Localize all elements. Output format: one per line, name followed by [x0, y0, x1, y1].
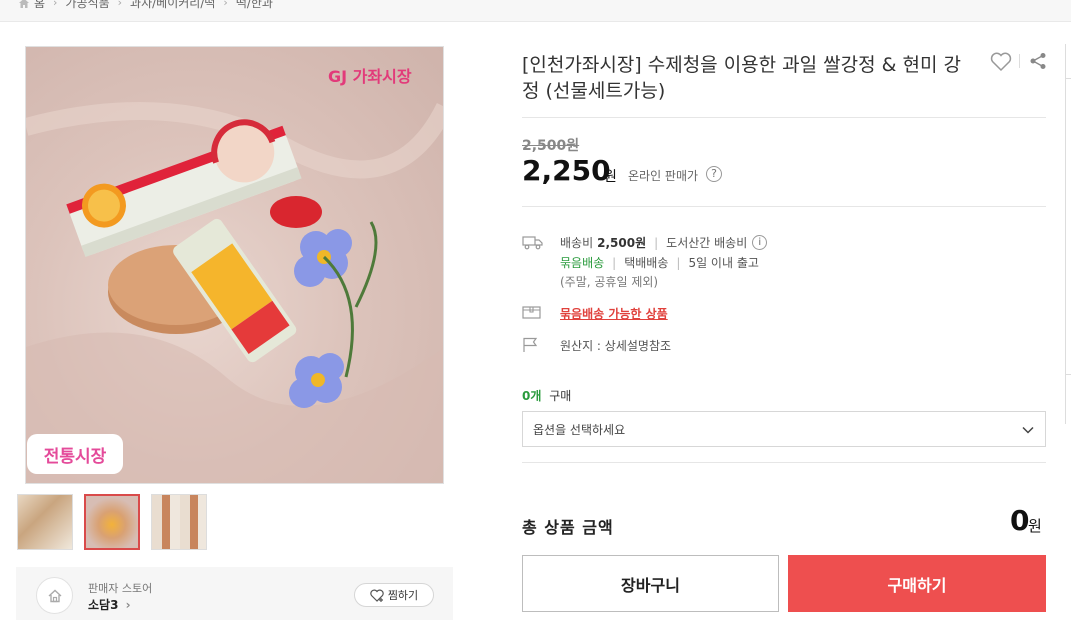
flag-icon: [523, 337, 538, 352]
breadcrumb-home[interactable]: 홈: [34, 0, 45, 11]
shipping-method: 택배배송: [624, 256, 669, 270]
seller-store-box: 판매자 스토어 소담3 › 찜하기: [16, 567, 453, 620]
shipping-note: (주말, 공휴일 제외): [560, 275, 659, 289]
total-value: 0: [1010, 504, 1030, 537]
original-price: 2,500원: [522, 138, 580, 154]
help-icon[interactable]: ?: [706, 166, 722, 182]
quantity-suffix: 구매: [549, 389, 572, 403]
separator: |: [612, 255, 617, 270]
price-currency: 원: [604, 169, 617, 185]
shipping-fee-value: 2,500원: [597, 236, 647, 250]
shipping-method-row: 묶음배송 | 택배배송 | 5일 이내 출고: [560, 254, 759, 271]
bundle-shipping-label: 묶음배송: [560, 256, 605, 270]
traditional-market-badge: 전통시장: [27, 434, 123, 474]
chevron-right-icon: ›: [223, 0, 228, 9]
breadcrumb: 홈 › 가공식품 › 과자/베이커리/떡 › 떡/한과: [0, 0, 1071, 22]
side-rail: [1065, 44, 1071, 424]
chevron-right-icon: ›: [53, 0, 58, 9]
total-currency: 원: [1028, 517, 1042, 535]
add-to-cart-button[interactable]: 장바구니: [522, 555, 779, 612]
favorite-label: 찜하기: [387, 589, 419, 602]
remote-area-fee-label: 도서산간 배송비: [666, 236, 748, 250]
thumbnail-2[interactable]: [84, 494, 140, 550]
heart-plus-icon: [370, 589, 384, 602]
quantity-count: 0개: [522, 389, 542, 403]
thumbnail-list: [17, 494, 207, 550]
image-logo: GJ 가좌시장: [328, 63, 412, 87]
breadcrumb-item[interactable]: 과자/베이커리/떡: [130, 0, 215, 11]
box-icon: [522, 306, 541, 319]
thumbnail-1[interactable]: [17, 494, 73, 550]
seller-name-link[interactable]: 소담3 ›: [88, 596, 131, 613]
seller-label: 판매자 스토어: [88, 582, 153, 595]
price-type-label: 온라인 판매가: [628, 169, 699, 183]
shipping-fee-row: 배송비 2,500원 | 도서산간 배송비 i: [560, 234, 768, 251]
separator: |: [676, 255, 681, 270]
divider: [1065, 374, 1071, 375]
sale-price: 2,250: [522, 154, 611, 187]
seller-name: 소담3: [88, 598, 119, 612]
thumbnail-3[interactable]: [151, 494, 207, 550]
product-photo: [26, 102, 443, 483]
share-icon[interactable]: [1029, 52, 1047, 70]
chevron-right-icon: ›: [125, 598, 131, 612]
divider: [522, 462, 1046, 463]
info-icon[interactable]: i: [752, 235, 768, 250]
product-title: [인천가좌시장] 수제청을 이용한 과일 쌀강정 & 현미 강정 (선물세트가능…: [522, 54, 961, 102]
option-select[interactable]: 옵션을 선택하세요: [522, 411, 1046, 447]
divider: [1019, 54, 1020, 68]
origin-info: 원산지 : 상세설명참조: [560, 339, 672, 353]
shipping-lead-time: 5일 이내 출고: [688, 256, 759, 270]
breadcrumb-item[interactable]: 가공식품: [65, 0, 109, 11]
favorite-store-button[interactable]: 찜하기: [354, 583, 434, 607]
chevron-right-icon: ›: [117, 0, 123, 9]
chevron-down-icon: [1022, 426, 1034, 434]
heart-icon[interactable]: [990, 52, 1012, 72]
store-icon: [48, 589, 61, 602]
image-logo-text: GJ 가좌시장: [328, 67, 412, 86]
divider: [1065, 78, 1071, 79]
quantity-summary: 0개 구매: [522, 387, 571, 404]
divider: [522, 206, 1046, 207]
shipping-fee-label: 배송비: [560, 236, 594, 250]
bundle-products-link[interactable]: 묶음배송 가능한 상품: [560, 305, 668, 322]
separator: |: [654, 235, 659, 250]
buy-now-button[interactable]: 구매하기: [788, 555, 1046, 612]
divider: [522, 117, 1046, 118]
badge-label: 전통시장: [43, 446, 107, 467]
option-placeholder: 옵션을 선택하세요: [533, 422, 626, 437]
seller-store-icon[interactable]: [36, 577, 73, 614]
truck-icon: [522, 236, 543, 250]
breadcrumb-item[interactable]: 떡/한과: [236, 0, 273, 11]
home-icon[interactable]: [18, 0, 30, 9]
total-label: 총 상품 금액: [522, 518, 614, 537]
product-main-image[interactable]: GJ 가좌시장 전통시장: [25, 46, 444, 484]
